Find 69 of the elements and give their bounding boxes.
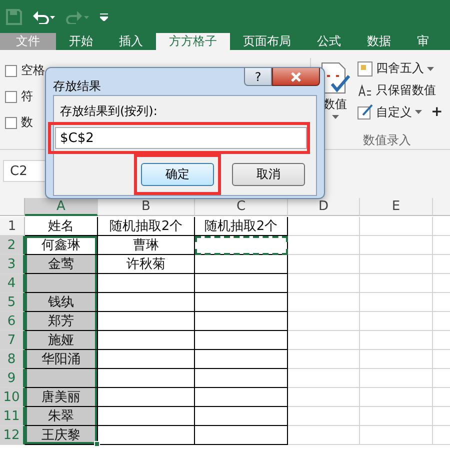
checkbox-label: 数 [21,114,33,131]
table-cell: 许秋菊 [98,255,195,274]
table-cell: 唐美丽 [25,388,98,407]
document-check-icon [320,62,350,94]
row-header[interactable]: 11 [0,407,25,426]
row-header[interactable]: 6 [0,312,25,331]
help-button[interactable]: ? [244,68,272,86]
row-header[interactable]: 7 [0,331,25,350]
pencil-icon [357,104,373,120]
close-icon [290,72,302,82]
close-button[interactable] [272,68,320,86]
ribbon-command[interactable]: 自定义 [376,104,412,121]
checkbox[interactable] [5,116,17,128]
cancel-button[interactable]: 取消 [232,163,305,186]
checkbox-label: 符 [21,88,33,105]
column-header[interactable]: C [195,198,288,216]
field-label: 存放结果到(按列): [60,103,158,120]
ok-button[interactable]: 确定 [141,163,214,186]
caret-icon [415,110,422,114]
table-cell: 金莺 [25,255,98,274]
table-cell: 随机抽取2个 [98,217,195,236]
dialog-title: 存放结果 [53,78,102,95]
ribbon-tab[interactable]: 数据 [354,33,404,50]
ribbon-tab[interactable]: 公式 [304,33,354,50]
caret-icon [332,115,338,119]
column-header[interactable]: A [25,198,98,216]
row-header[interactable]: 2 [0,236,25,255]
ribbon-tab[interactable]: 方方格子 [156,33,230,50]
table-cell: 随机抽取2个 [195,217,288,236]
ribbon-tab[interactable]: 页面布局 [230,33,304,50]
row-header[interactable]: 1 [0,217,25,236]
ribbon-command[interactable]: 只保留数值 [376,82,436,99]
table-cell: 钱纨 [25,293,98,312]
ribbon-tab[interactable]: 插入 [106,33,156,50]
table-cell: 曹琳 [98,236,195,255]
ribbon-tab[interactable]: 审 [404,33,442,50]
undo-icon[interactable] [32,10,56,24]
table-cell: 王庆黎 [25,426,98,445]
column-header[interactable]: B [98,198,195,216]
row-header[interactable]: 12 [0,426,25,445]
table-cell: 朱翠 [25,407,98,426]
column-header[interactable]: D [288,198,360,216]
more-button[interactable]: + [431,104,443,120]
table-icon [357,60,373,77]
text-icon [357,82,373,98]
checkbox-label: 空格 [21,62,45,79]
table-cell: 郑芳 [25,312,98,331]
row-header[interactable]: 10 [0,388,25,407]
checkbox[interactable] [5,64,17,76]
ribbon-tab[interactable]: 开始 [56,33,106,50]
caret-icon [427,66,434,71]
table-cell: 施娅 [25,331,98,350]
save-icon[interactable] [6,8,22,24]
table-cell: 姓名 [25,217,98,236]
table-cell: 华阳涌 [25,350,98,369]
group-label: 数值录入 [363,133,411,148]
row-header[interactable]: 3 [0,255,25,274]
fill-handle[interactable] [94,441,100,447]
redo-icon[interactable] [66,10,90,24]
row-header[interactable]: 8 [0,350,25,369]
customize-icon[interactable] [100,12,108,20]
row-header[interactable]: 4 [0,274,25,293]
table-cell: 何鑫琳 [25,236,98,255]
row-header[interactable]: 9 [0,369,25,388]
ribbon-command[interactable]: 四舍五入 [376,60,424,78]
input-field[interactable]: $C$2 [55,127,307,149]
row-header[interactable]: 5 [0,293,25,312]
checkbox[interactable] [5,90,17,102]
column-header[interactable]: E [360,198,433,216]
